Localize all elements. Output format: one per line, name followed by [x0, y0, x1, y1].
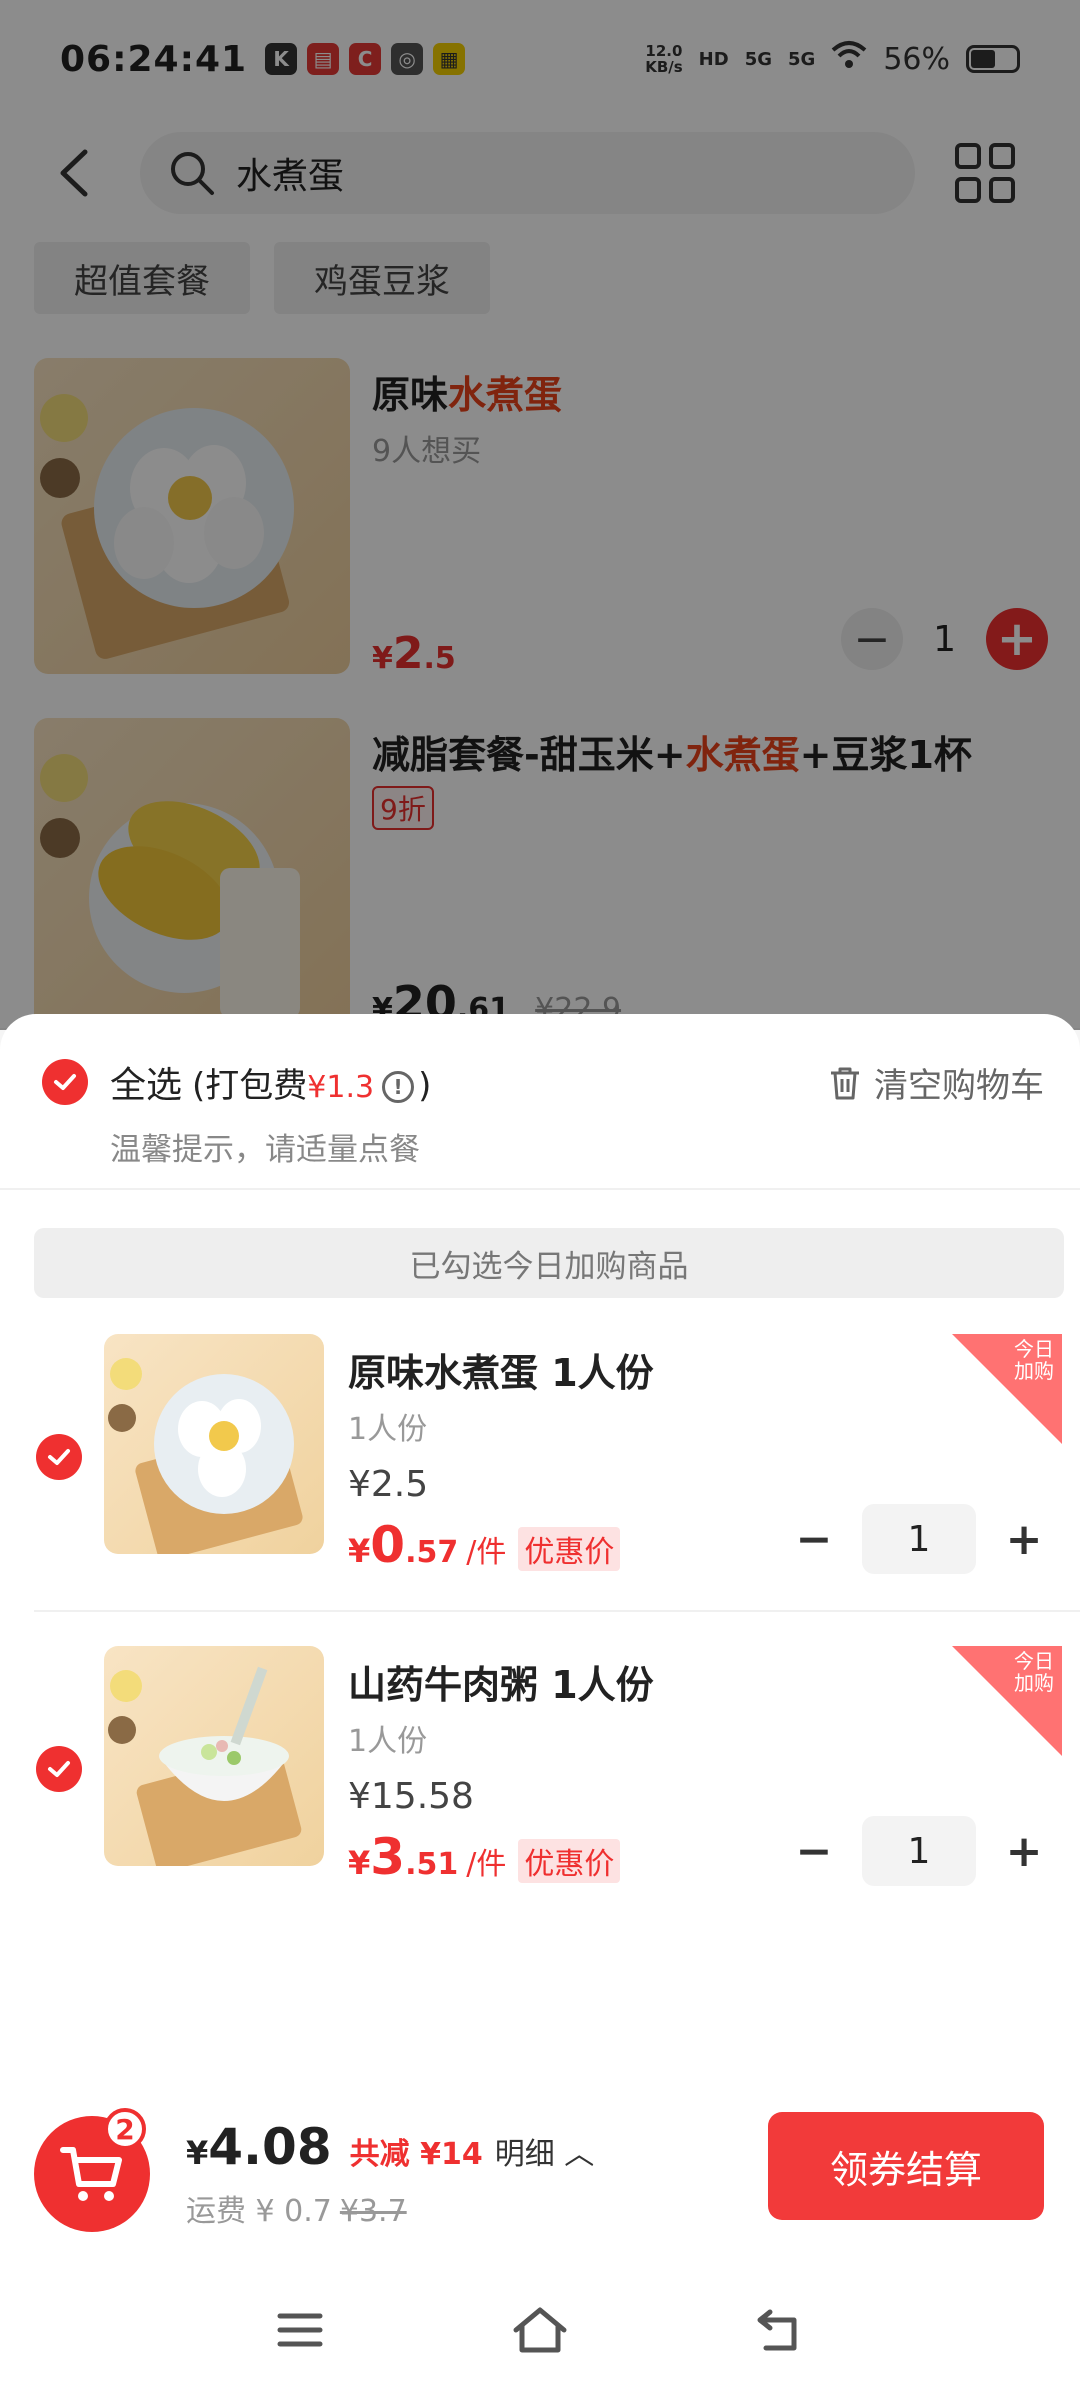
cart-item-original-price: ¥15.58: [348, 1776, 474, 1817]
badge-line2: 加购: [1014, 1359, 1054, 1383]
cart-item-name: 山药牛肉粥 1人份: [348, 1663, 654, 1707]
quantity-stepper: − 1 +: [794, 1816, 1044, 1886]
deal-integer: 3: [370, 1828, 406, 1886]
deal-decimal: .57: [405, 1535, 459, 1570]
quantity-stepper: − 1 +: [794, 1504, 1044, 1574]
checkout-button[interactable]: 领券结算: [768, 2112, 1044, 2220]
chevron-up-icon: ︿: [554, 2137, 595, 2172]
increase-button[interactable]: +: [1004, 1826, 1044, 1877]
deal-decimal: .51: [405, 1847, 459, 1882]
deal-integer: 0: [370, 1516, 406, 1574]
today-addon-badge: 今日 加购: [952, 1646, 1062, 1756]
cart-item: 原味水煮蛋 1人份 1人份 ¥2.5 ¥0.57/件 优惠价 今日 加购 − 1 …: [0, 1334, 1080, 1644]
system-nav-bar: [0, 2260, 1080, 2400]
dim-overlay[interactable]: [0, 0, 1080, 1030]
clear-cart-button[interactable]: 清空购物车: [828, 1058, 1044, 1107]
badge-line2: 加购: [1014, 1671, 1054, 1695]
badge-text: 今日 加购: [1014, 1338, 1054, 1382]
section-title: 已勾选今日加购商品: [34, 1228, 1064, 1298]
today-addon-badge: 今日 加购: [952, 1334, 1062, 1444]
detail-label: 明细: [494, 2137, 555, 2172]
deal-badge: 优惠价: [518, 1527, 621, 1571]
quantity-value[interactable]: 1: [862, 1816, 976, 1886]
shopping-cart-icon: [60, 2147, 122, 2201]
cart-item-deal-price: ¥3.51/件 优惠价: [348, 1828, 621, 1886]
deal-currency: ¥: [348, 1844, 371, 1882]
info-icon[interactable]: !: [382, 1071, 415, 1103]
decrease-button[interactable]: −: [794, 1514, 834, 1565]
menu-icon[interactable]: [270, 2300, 330, 2360]
packing-fee: (打包费¥1.3!): [192, 1058, 431, 1107]
check-icon: [48, 1449, 70, 1465]
detail-link[interactable]: 明细 ︿: [495, 2129, 595, 2173]
select-all[interactable]: 全选 (打包费¥1.3!): [42, 1056, 431, 1108]
badge-line1: 今日: [1014, 1649, 1054, 1673]
select-all-label: 全选: [110, 1065, 183, 1106]
total-price: ¥ 4.08 共减 ¥14 明细 ︿: [186, 2118, 594, 2176]
badge-text: 今日 加购: [1014, 1650, 1054, 1694]
cart-item-image-eggs: [104, 1334, 324, 1554]
total-amount: 4.08: [208, 2118, 332, 2176]
increase-button[interactable]: +: [1004, 1514, 1044, 1565]
cart-tip: 温馨提示，请适量点餐: [110, 1132, 420, 1168]
check-icon: [54, 1074, 76, 1090]
cart-item-image-porridge: [104, 1646, 324, 1866]
item-checkbox[interactable]: [36, 1434, 82, 1480]
shipping-fee-label: 运费 ¥ 0.7: [186, 2194, 332, 2229]
cart-item-spec: 1人份: [348, 1724, 428, 1759]
quantity-value[interactable]: 1: [862, 1504, 976, 1574]
divider: [34, 1610, 1080, 1612]
packing-fee-value: ¥1.3: [307, 1069, 375, 1105]
decrease-button[interactable]: −: [794, 1826, 834, 1877]
clear-cart-label: 清空购物车: [874, 1066, 1044, 1106]
deal-unit: /件: [466, 1535, 507, 1570]
cart-item: 山药牛肉粥 1人份 1人份 ¥15.58 ¥3.51/件 优惠价 今日 加购 − …: [0, 1646, 1080, 1956]
check-icon: [48, 1761, 70, 1777]
total-currency: ¥: [186, 2134, 209, 2172]
cart-item-deal-price: ¥0.57/件 优惠价: [348, 1516, 621, 1574]
shipping-fee: 运费 ¥ 0.7 ¥3.7: [186, 2186, 407, 2230]
shipping-fee-original: ¥3.7: [339, 2194, 407, 2229]
cart-item-name: 原味水煮蛋 1人份: [348, 1351, 654, 1395]
cart-item-spec: 1人份: [348, 1412, 428, 1447]
cart-item-original-price: ¥2.5: [348, 1464, 429, 1505]
cart-header: 全选 (打包费¥1.3!) 清空购物车 温馨提示，请适量点餐: [0, 1014, 1080, 1190]
deal-currency: ¥: [348, 1532, 371, 1570]
badge-line1: 今日: [1014, 1337, 1054, 1361]
select-all-checkbox[interactable]: [42, 1059, 88, 1105]
home-icon[interactable]: [510, 2300, 570, 2360]
back-nav-icon[interactable]: [750, 2300, 810, 2360]
packing-fee-close: ): [418, 1065, 432, 1106]
cart-count-badge: 2: [104, 2108, 146, 2150]
total-savings: 共减 ¥14: [349, 2137, 483, 2172]
trash-icon: [831, 1067, 859, 1099]
checkout-bar: 2 ¥ 4.08 共减 ¥14 明细 ︿ 运费 ¥ 0.7 ¥3.7 领券结算: [0, 2100, 1080, 2240]
item-checkbox[interactable]: [36, 1746, 82, 1792]
deal-badge: 优惠价: [518, 1839, 621, 1883]
packing-fee-label: (打包费: [192, 1065, 308, 1106]
deal-unit: /件: [466, 1847, 507, 1882]
